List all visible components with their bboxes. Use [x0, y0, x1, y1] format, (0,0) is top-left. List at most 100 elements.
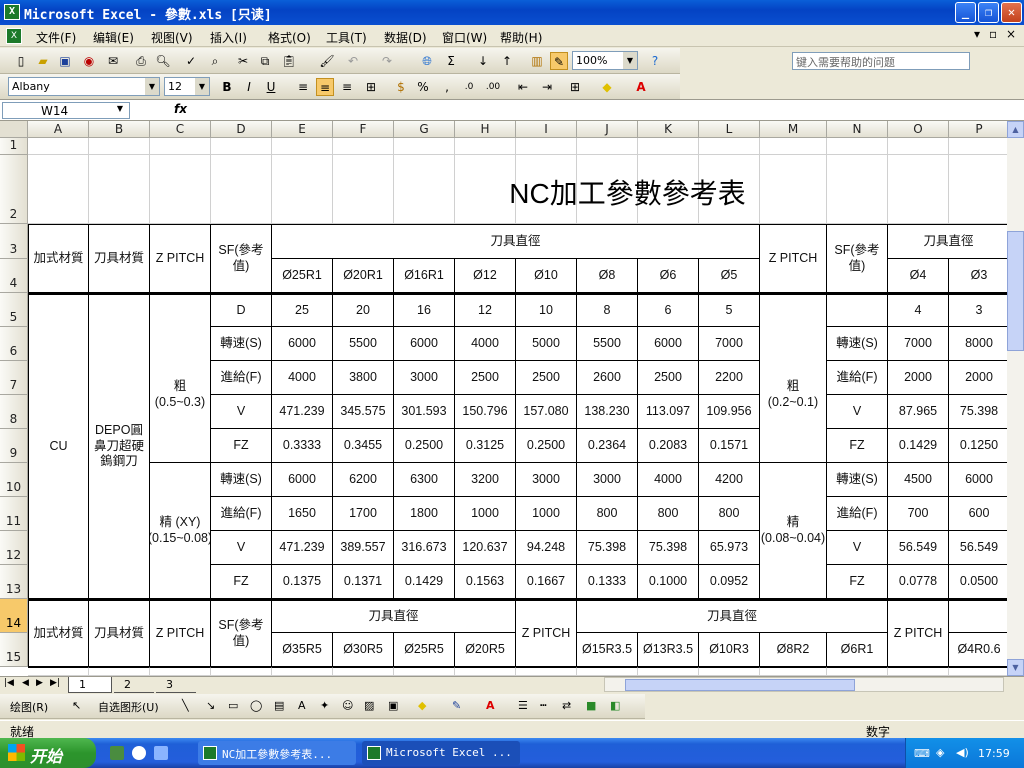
- function-icon[interactable]: fx: [174, 102, 187, 116]
- sheet-tab-2[interactable]: 2: [114, 677, 154, 693]
- prev-sheet-icon[interactable]: ◀: [22, 678, 29, 688]
- excel-icon[interactable]: X: [4, 4, 20, 20]
- italic-icon[interactable]: I: [240, 78, 258, 96]
- start-button[interactable]: 开始: [0, 738, 96, 768]
- font-color-icon[interactable]: A: [632, 78, 650, 96]
- column-header[interactable]: J: [577, 121, 638, 138]
- image-icon[interactable]: ▣: [388, 699, 398, 712]
- column-header[interactable]: M: [760, 121, 827, 138]
- 3d-icon[interactable]: ◧: [610, 699, 620, 712]
- font-name-select[interactable]: Albany ▼: [8, 77, 160, 96]
- grid-cell[interactable]: [577, 667, 638, 676]
- align-right-icon[interactable]: ≡: [338, 78, 356, 96]
- column-header[interactable]: O: [888, 121, 949, 138]
- column-header[interactable]: C: [150, 121, 211, 138]
- grid-cell[interactable]: [89, 667, 150, 676]
- grid-cell[interactable]: [394, 667, 455, 676]
- worksheet-grid[interactable]: A B C D E F G H I J K L M N O P 1 2 3 4 5 6 7 8 9 10 11 12 13 14 15 NC加…: [0, 121, 1007, 676]
- column-header[interactable]: P: [949, 121, 1007, 138]
- fill-color-icon[interactable]: ◆: [418, 699, 426, 712]
- borders-icon[interactable]: ⊞: [566, 78, 584, 96]
- help-dropdown-icon[interactable]: ▾: [974, 27, 980, 41]
- volume-icon[interactable]: ◀): [956, 746, 969, 759]
- grid-cell[interactable]: [699, 667, 760, 676]
- redo-icon[interactable]: ↷: [378, 52, 396, 70]
- rectangle-icon[interactable]: ▭: [228, 699, 238, 712]
- row-header[interactable]: 15: [0, 633, 28, 667]
- hyperlink-icon[interactable]: 🌐︎: [418, 52, 436, 70]
- underline-icon[interactable]: U: [262, 78, 280, 96]
- grid-cell[interactable]: [211, 667, 272, 676]
- fill-color-icon[interactable]: ◆: [598, 78, 616, 96]
- percent-icon[interactable]: %: [414, 78, 432, 96]
- grid-cell[interactable]: [516, 667, 577, 676]
- column-header[interactable]: K: [638, 121, 699, 138]
- column-header[interactable]: E: [272, 121, 333, 138]
- autosum-icon[interactable]: Σ: [442, 52, 460, 70]
- menu-data[interactable]: 数据(D): [384, 29, 427, 46]
- merge-center-icon[interactable]: ⊞: [362, 78, 380, 96]
- bold-icon[interactable]: B: [218, 78, 236, 96]
- minimize-button[interactable]: _: [955, 2, 976, 23]
- research-icon[interactable]: ⌕: [206, 52, 224, 70]
- name-box[interactable]: W14 ▼: [2, 102, 130, 119]
- oval-icon[interactable]: ◯: [250, 699, 262, 712]
- media-player-icon[interactable]: [132, 746, 146, 760]
- decrease-indent-icon[interactable]: ⇤: [514, 78, 532, 96]
- row-header[interactable]: 10: [0, 463, 28, 497]
- column-header[interactable]: A: [28, 121, 89, 138]
- menu-window[interactable]: 窗口(W): [442, 29, 487, 46]
- dash-style-icon[interactable]: ┅: [540, 699, 547, 712]
- column-header[interactable]: F: [333, 121, 394, 138]
- grid-cell[interactable]: [760, 667, 827, 676]
- print-icon[interactable]: ⎙: [132, 52, 150, 70]
- grid-cell[interactable]: [827, 667, 888, 676]
- copy-icon[interactable]: ⧉: [256, 52, 274, 70]
- network-icon[interactable]: ◈: [936, 746, 944, 759]
- align-center-icon[interactable]: ≡: [316, 78, 334, 96]
- autoshapes-menu[interactable]: 自选图形(U): [98, 699, 159, 715]
- spelling-icon[interactable]: ✓: [182, 52, 200, 70]
- print-preview-icon[interactable]: 🔍︎: [154, 52, 172, 70]
- menu-help[interactable]: 帮助(H): [500, 29, 542, 46]
- help-search-input[interactable]: 键入需要帮助的问题: [792, 52, 970, 70]
- row-header[interactable]: 6: [0, 327, 28, 361]
- taskbar-item-doc[interactable]: NC加工參數參考表...: [198, 741, 356, 765]
- row-header[interactable]: 11: [0, 497, 28, 531]
- maximize-button[interactable]: ❐: [978, 2, 999, 23]
- scroll-down-icon[interactable]: ▼: [1007, 659, 1024, 676]
- arrow-style-icon[interactable]: ⇄: [562, 699, 571, 712]
- doc-icon[interactable]: X: [6, 28, 22, 44]
- scroll-up-icon[interactable]: ▲: [1007, 121, 1024, 138]
- row-header[interactable]: 9: [0, 429, 28, 463]
- grid-cell[interactable]: [888, 667, 949, 676]
- font-size-select[interactable]: 12 ▼: [164, 77, 210, 96]
- menu-file[interactable]: 文件(F): [36, 29, 76, 46]
- menu-format[interactable]: 格式(O): [268, 29, 311, 46]
- row-header[interactable]: 2: [0, 155, 28, 224]
- help-icon[interactable]: ?: [646, 52, 664, 70]
- row-header[interactable]: 5: [0, 293, 28, 327]
- quicklaunch-icon[interactable]: [110, 746, 124, 760]
- formula-input[interactable]: [192, 101, 1022, 119]
- menu-insert[interactable]: 插入(I): [210, 29, 247, 46]
- format-painter-icon[interactable]: 🖌︎: [318, 52, 336, 70]
- textbox-icon[interactable]: ▤: [274, 699, 284, 712]
- currency-icon[interactable]: $: [392, 78, 410, 96]
- row-header[interactable]: 14: [0, 599, 28, 633]
- increase-indent-icon[interactable]: ⇥: [538, 78, 556, 96]
- first-sheet-icon[interactable]: |◀: [4, 678, 14, 688]
- diagram-icon[interactable]: ✦: [320, 699, 329, 712]
- show-desktop-icon[interactable]: [154, 746, 168, 760]
- row-header[interactable]: 1: [0, 138, 28, 155]
- close-button[interactable]: ✕: [1001, 2, 1022, 23]
- column-header[interactable]: D: [211, 121, 272, 138]
- line-color-icon[interactable]: ✎: [452, 699, 461, 712]
- draw-menu[interactable]: 绘图(R): [10, 699, 48, 715]
- arrow-icon[interactable]: ↘: [206, 699, 215, 712]
- close-doc-button[interactable]: ×: [1006, 27, 1016, 41]
- font-color-icon[interactable]: A: [486, 699, 495, 712]
- row-header[interactable]: 8: [0, 395, 28, 429]
- line-style-icon[interactable]: ☰: [518, 699, 528, 712]
- grid-cell[interactable]: [455, 667, 516, 676]
